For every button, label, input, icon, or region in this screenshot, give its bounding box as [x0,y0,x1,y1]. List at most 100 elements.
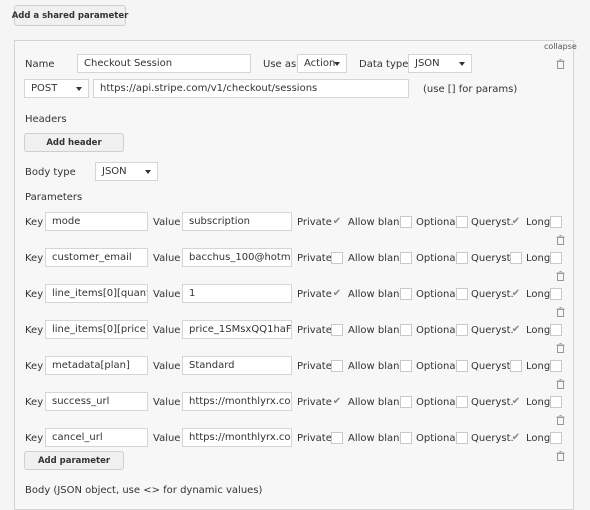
collapse-link[interactable]: collapse [544,42,577,51]
trash-icon[interactable] [556,59,565,69]
key-label: Key [25,361,44,372]
queryst-checkbox[interactable]: ✔ [510,396,522,408]
key-input[interactable]: success_url [45,392,148,411]
value-input[interactable]: 1 [182,284,292,303]
chevron-down-icon [76,87,82,91]
use-as-value: Action [304,58,336,69]
queryst-label: Queryst. [471,253,514,264]
key-label: Key [25,217,44,228]
body-type-select[interactable]: JSON [95,162,158,181]
private-label: Private [297,397,332,408]
value-label: Value [153,361,181,372]
long-checkbox[interactable] [550,324,562,336]
key-input[interactable]: customer_email [45,248,148,267]
allow-blank-label: Allow blank [348,361,406,372]
value-input[interactable]: https://monthlyrx.co.uk/v [182,428,292,447]
long-checkbox[interactable] [550,396,562,408]
optional-label: Optional [416,433,459,444]
key-input[interactable]: line_items[0][price] [45,320,148,339]
body-type-value: JSON [102,166,127,177]
queryst-checkbox[interactable]: ✔ [510,432,522,444]
data-type-value: JSON [415,58,440,69]
name-input[interactable]: Checkout Session [77,54,251,73]
private-checkbox[interactable] [331,360,343,372]
check-icon: ✔ [332,288,342,299]
allow-blank-label: Allow blank [348,325,406,336]
value-input[interactable]: https://monthlyrx.co.uk/v [182,392,292,411]
url-hint: (use [] for params) [423,84,518,95]
long-label: Long [526,397,551,408]
optional-checkbox[interactable] [456,396,468,408]
optional-checkbox[interactable] [456,360,468,372]
optional-checkbox[interactable] [456,216,468,228]
optional-checkbox[interactable] [456,432,468,444]
long-checkbox[interactable] [550,288,562,300]
optional-label: Optional [416,253,459,264]
queryst-checkbox[interactable]: ✔ [510,216,522,228]
private-checkbox[interactable] [331,432,343,444]
allow-blank-checkbox[interactable] [400,252,412,264]
private-checkbox[interactable]: ✔ [331,288,343,300]
key-input[interactable]: cancel_url [45,428,148,447]
optional-checkbox[interactable] [456,252,468,264]
name-label: Name [25,59,55,70]
key-input[interactable]: mode [45,212,148,231]
value-input[interactable]: price_1SMsxQQ1haFXcljw [182,320,292,339]
private-checkbox[interactable]: ✔ [331,216,343,228]
optional-checkbox[interactable] [456,324,468,336]
optional-label: Optional [416,397,459,408]
allow-blank-checkbox[interactable] [400,360,412,372]
parameter-row: Keyline_items[0][quantity]Value1Private✔… [15,279,573,317]
add-header-button[interactable]: Add header [24,133,124,152]
private-label: Private [297,361,332,372]
check-icon: ✔ [511,324,521,335]
key-input[interactable]: line_items[0][quantity] [45,284,148,303]
private-checkbox[interactable]: ✔ [331,396,343,408]
allow-blank-checkbox[interactable] [400,288,412,300]
queryst-checkbox[interactable]: ✔ [510,324,522,336]
check-icon: ✔ [511,288,521,299]
long-checkbox[interactable] [550,252,562,264]
value-label: Value [153,433,181,444]
private-checkbox[interactable] [331,324,343,336]
url-input[interactable]: https://api.stripe.com/v1/checkout/sessi… [93,79,409,98]
key-label: Key [25,397,44,408]
long-label: Long [526,217,551,228]
allow-blank-checkbox[interactable] [400,396,412,408]
optional-label: Optional [416,361,459,372]
long-checkbox[interactable] [550,360,562,372]
long-label: Long [526,325,551,336]
optional-checkbox[interactable] [456,288,468,300]
allow-blank-checkbox[interactable] [400,432,412,444]
method-select[interactable]: POST [24,79,89,98]
key-input[interactable]: metadata[plan] [45,356,148,375]
queryst-checkbox[interactable]: ✔ [510,288,522,300]
chevron-down-icon [145,170,151,174]
key-label: Key [25,289,44,300]
key-label: Key [25,253,44,264]
long-checkbox[interactable] [550,432,562,444]
long-label: Long [526,289,551,300]
body-label: Body (JSON object, use <> for dynamic va… [25,485,263,496]
private-checkbox[interactable] [331,252,343,264]
allow-blank-checkbox[interactable] [400,324,412,336]
trash-icon[interactable] [556,451,565,461]
long-checkbox[interactable] [550,216,562,228]
queryst-checkbox[interactable] [510,252,522,264]
value-input[interactable]: Standard [182,356,292,375]
long-label: Long [526,253,551,264]
value-input[interactable]: subscription [182,212,292,231]
use-as-select[interactable]: Action [297,54,347,73]
body-type-label: Body type [25,167,76,178]
add-shared-parameter-button[interactable]: Add a shared parameter [12,5,128,26]
private-label: Private [297,433,332,444]
queryst-checkbox[interactable] [510,360,522,372]
add-parameter-button[interactable]: Add parameter [24,451,124,470]
queryst-label: Queryst. [471,397,514,408]
key-label: Key [25,433,44,444]
queryst-label: Queryst. [471,361,514,372]
parameter-row: Key line_items[0][price] Value price_1SMsxQ… [15,315,573,353]
data-type-select[interactable]: JSON [408,54,472,73]
allow-blank-checkbox[interactable] [400,216,412,228]
value-input[interactable]: bacchus_100@hotmail.co [182,248,292,267]
